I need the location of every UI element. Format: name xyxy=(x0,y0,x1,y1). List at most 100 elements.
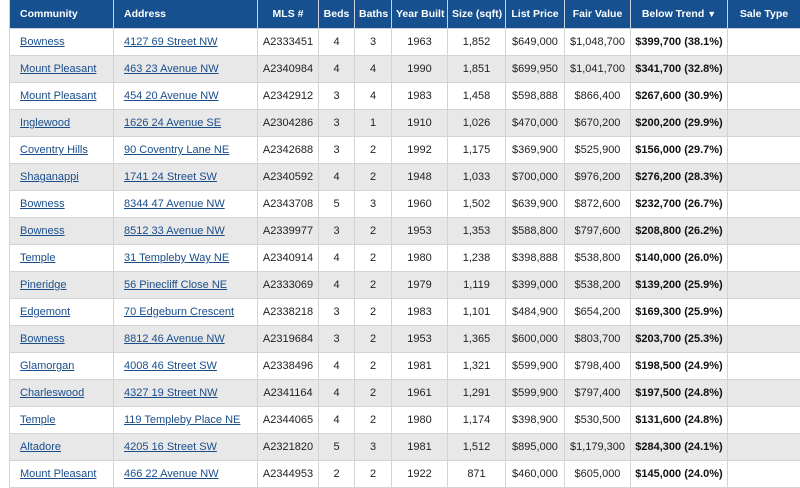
address-cell: 4327 19 Street NW xyxy=(114,380,258,407)
community-link[interactable]: Bowness xyxy=(20,225,65,237)
column-header-mls[interactable]: MLS # xyxy=(258,0,319,29)
column-header-beds[interactable]: Beds xyxy=(319,0,355,29)
address-link[interactable]: 1741 24 Street SW xyxy=(124,171,217,183)
community-link[interactable]: Mount Pleasant xyxy=(20,468,96,480)
community-cell: Mount Pleasant xyxy=(10,56,114,83)
below-trend-cell: $140,000 (26.0%) xyxy=(631,245,728,272)
fair-value-cell: $525,900 xyxy=(565,137,631,164)
community-link[interactable]: Altadore xyxy=(20,441,61,453)
table-row: Mount Pleasant466 22 Avenue NWA234495322… xyxy=(10,461,800,488)
column-header-address[interactable]: Address xyxy=(114,0,258,29)
baths-cell: 2 xyxy=(355,461,392,488)
community-cell: Mount Pleasant xyxy=(10,83,114,110)
beds-cell: 4 xyxy=(319,164,355,191)
address-link[interactable]: 4127 69 Street NW xyxy=(124,36,218,48)
community-link[interactable]: Bowness xyxy=(20,333,65,345)
community-link[interactable]: Edgemont xyxy=(20,306,70,318)
fair-value-cell: $866,400 xyxy=(565,83,631,110)
year-built-cell: 1922 xyxy=(392,461,448,488)
address-link[interactable]: 4008 46 Street SW xyxy=(124,360,217,372)
address-link[interactable]: 4327 19 Street NW xyxy=(124,387,218,399)
below-trend-cell: $276,200 (28.3%) xyxy=(631,164,728,191)
address-link[interactable]: 56 Pinecliff Close NE xyxy=(124,279,227,291)
below-trend-label: Below Trend xyxy=(642,8,704,20)
table-row: Bowness8344 47 Avenue NWA23437085319601,… xyxy=(10,191,800,218)
address-cell: 4205 16 Street SW xyxy=(114,434,258,461)
mls-number-cell: A2344065 xyxy=(258,407,319,434)
list-price-cell: $588,800 xyxy=(506,218,565,245)
baths-cell: 4 xyxy=(355,56,392,83)
community-link[interactable]: Charleswood xyxy=(20,387,84,399)
community-link[interactable]: Coventry Hills xyxy=(20,144,88,156)
community-link[interactable]: Bowness xyxy=(20,198,65,210)
below-trend-cell: $284,300 (24.1%) xyxy=(631,434,728,461)
community-link[interactable]: Glamorgan xyxy=(20,360,74,372)
column-header-year-built[interactable]: Year Built xyxy=(392,0,448,29)
mls-number-cell: A2340914 xyxy=(258,245,319,272)
beds-cell: 3 xyxy=(319,110,355,137)
address-link[interactable]: 4205 16 Street SW xyxy=(124,441,217,453)
fair-value-cell: $670,200 xyxy=(565,110,631,137)
baths-cell: 3 xyxy=(355,29,392,56)
address-link[interactable]: 463 23 Avenue NW xyxy=(124,63,219,75)
column-header-fair-value[interactable]: Fair Value xyxy=(565,0,631,29)
community-link[interactable]: Mount Pleasant xyxy=(20,90,96,102)
column-header-baths[interactable]: Baths xyxy=(355,0,392,29)
community-link[interactable]: Bowness xyxy=(20,36,65,48)
community-link[interactable]: Temple xyxy=(20,414,55,426)
community-cell: Temple xyxy=(10,407,114,434)
column-header-list-price[interactable]: List Price xyxy=(506,0,565,29)
address-link[interactable]: 8512 33 Avenue NW xyxy=(124,225,225,237)
community-link[interactable]: Shaganappi xyxy=(20,171,79,183)
column-header-below-trend[interactable]: Below Trend▼ xyxy=(631,0,728,29)
beds-cell: 3 xyxy=(319,326,355,353)
table-row: Edgemont70 Edgeburn CrescentA23382183219… xyxy=(10,299,800,326)
baths-cell: 2 xyxy=(355,218,392,245)
address-link[interactable]: 90 Coventry Lane NE xyxy=(124,144,229,156)
below-trend-cell: $156,000 (29.7%) xyxy=(631,137,728,164)
mls-number-cell: A2340592 xyxy=(258,164,319,191)
address-link[interactable]: 8344 47 Avenue NW xyxy=(124,198,225,210)
baths-cell: 2 xyxy=(355,245,392,272)
list-price-cell: $649,000 xyxy=(506,29,565,56)
address-link[interactable]: 1626 24 Avenue SE xyxy=(124,117,221,129)
address-link[interactable]: 119 Templeby Place NE xyxy=(124,414,240,426)
address-link[interactable]: 466 22 Avenue NW xyxy=(124,468,219,480)
community-link[interactable]: Pineridge xyxy=(20,279,66,291)
mls-number-cell: A2342688 xyxy=(258,137,319,164)
community-cell: Pineridge xyxy=(10,272,114,299)
size-cell: 1,033 xyxy=(448,164,506,191)
list-price-cell: $460,000 xyxy=(506,461,565,488)
sale-type-cell xyxy=(728,461,800,488)
column-header-sale-type[interactable]: Sale Type xyxy=(728,0,800,29)
community-cell: Glamorgan xyxy=(10,353,114,380)
list-price-cell: $399,000 xyxy=(506,272,565,299)
community-link[interactable]: Temple xyxy=(20,252,55,264)
address-link[interactable]: 70 Edgeburn Crescent xyxy=(124,306,234,318)
sale-type-cell xyxy=(728,218,800,245)
year-built-cell: 1980 xyxy=(392,407,448,434)
fair-value-cell: $976,200 xyxy=(565,164,631,191)
mls-number-cell: A2339977 xyxy=(258,218,319,245)
column-header-community[interactable]: Community xyxy=(10,0,114,29)
community-link[interactable]: Mount Pleasant xyxy=(20,63,96,75)
community-link[interactable]: Inglewood xyxy=(20,117,70,129)
mls-number-cell: A2333069 xyxy=(258,272,319,299)
year-built-cell: 1983 xyxy=(392,299,448,326)
sale-type-cell xyxy=(728,110,800,137)
size-cell: 1,321 xyxy=(448,353,506,380)
address-cell: 8512 33 Avenue NW xyxy=(114,218,258,245)
beds-cell: 3 xyxy=(319,218,355,245)
year-built-cell: 1910 xyxy=(392,110,448,137)
baths-cell: 3 xyxy=(355,434,392,461)
column-header-size[interactable]: Size (sqft) xyxy=(448,0,506,29)
fair-value-cell: $1,048,700 xyxy=(565,29,631,56)
baths-cell: 2 xyxy=(355,326,392,353)
address-link[interactable]: 454 20 Avenue NW xyxy=(124,90,219,102)
address-link[interactable]: 31 Templeby Way NE xyxy=(124,252,229,264)
year-built-cell: 1953 xyxy=(392,218,448,245)
address-link[interactable]: 8812 46 Avenue NW xyxy=(124,333,225,345)
table-row: Inglewood1626 24 Avenue SEA2304286311910… xyxy=(10,110,800,137)
mls-number-cell: A2338218 xyxy=(258,299,319,326)
beds-cell: 4 xyxy=(319,245,355,272)
